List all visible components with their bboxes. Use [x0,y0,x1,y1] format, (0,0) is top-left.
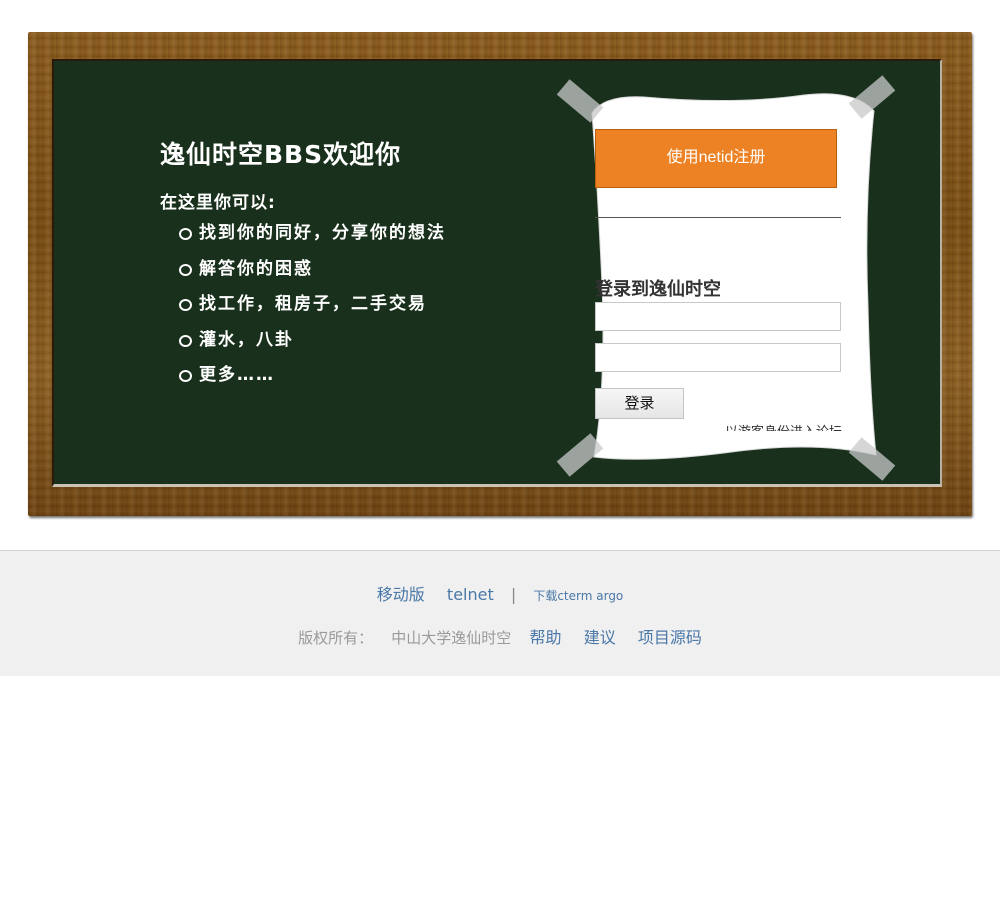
footer-separator: | [510,585,517,604]
source-code-link[interactable]: 项目源码 [638,628,702,647]
password-input[interactable] [595,343,841,372]
circle-bullet-icon [179,263,192,276]
wooden-frame: 逸仙时空BBS欢迎你 在这里你可以: 找到你的同好，分享你的想法 解答你的困惑 … [28,32,972,516]
copyright-label: 版权所有： [298,629,374,647]
circle-bullet-icon [179,299,192,311]
circle-bullet-icon [179,370,192,382]
circle-bullet-icon [179,334,192,347]
feature-item: 找工作，租房子，二手交易 [179,289,446,325]
footer-copyright-row: 版权所有： 中山大学逸仙时空 帮助 建议 项目源码 [0,624,1000,648]
feature-text: 灌水，八卦 [199,329,294,350]
suggest-link[interactable]: 建议 [584,628,616,647]
feature-list: 找到你的同好，分享你的想法 解答你的困惑 找工作，租房子，二手交易 灌水，八卦 … [179,218,446,396]
mobile-version-link[interactable]: 移动版 [377,585,425,604]
feature-text: 找工作，租房子，二手交易 [199,294,427,314]
paper-divider [595,217,841,218]
feature-item: 更多…… [179,360,446,396]
telnet-link[interactable]: telnet [447,585,494,604]
help-link[interactable]: 帮助 [529,628,561,647]
feature-item: 解答你的困惑 [179,254,446,290]
page: 逸仙时空BBS欢迎你 在这里你可以: 找到你的同好，分享你的想法 解答你的困惑 … [0,0,1000,909]
feature-item: 灌水，八卦 [179,325,446,361]
feature-text: 更多…… [199,365,275,385]
username-input[interactable] [595,302,841,331]
board-title: 逸仙时空BBS欢迎你 [160,140,402,169]
login-title: 登录到逸仙时空 [595,279,721,300]
guest-link[interactable]: 无需登录，以游客身份进入论坛 [712,421,842,431]
footer: 移动版 telnet | 下载cterm argo 版权所有： 中山大学逸仙时空… [0,550,1000,676]
feature-text: 解答你的困惑 [199,258,313,279]
feature-item: 找到你的同好，分享你的想法 [179,218,446,254]
copyright-owner: 中山大学逸仙时空 [391,629,512,647]
download-cterm-link[interactable]: 下载cterm argo [533,589,623,603]
guest-link-text: 无需登录，以游客身份进入论坛 [712,421,842,431]
feature-text: 找到你的同好，分享你的想法 [199,223,446,243]
login-paper: 使用netid注册 登录到逸仙时空 登录 无需登录，以游客身份进入论坛 [556,75,896,481]
board-subtitle: 在这里你可以: [160,193,276,213]
chalkboard: 逸仙时空BBS欢迎你 在这里你可以: 找到你的同好，分享你的想法 解答你的困惑 … [52,59,942,487]
footer-links-row: 移动版 telnet | 下载cterm argo [0,581,1000,605]
login-button[interactable]: 登录 [595,388,684,419]
circle-bullet-icon [179,228,192,240]
netid-register-button[interactable]: 使用netid注册 [595,129,837,188]
